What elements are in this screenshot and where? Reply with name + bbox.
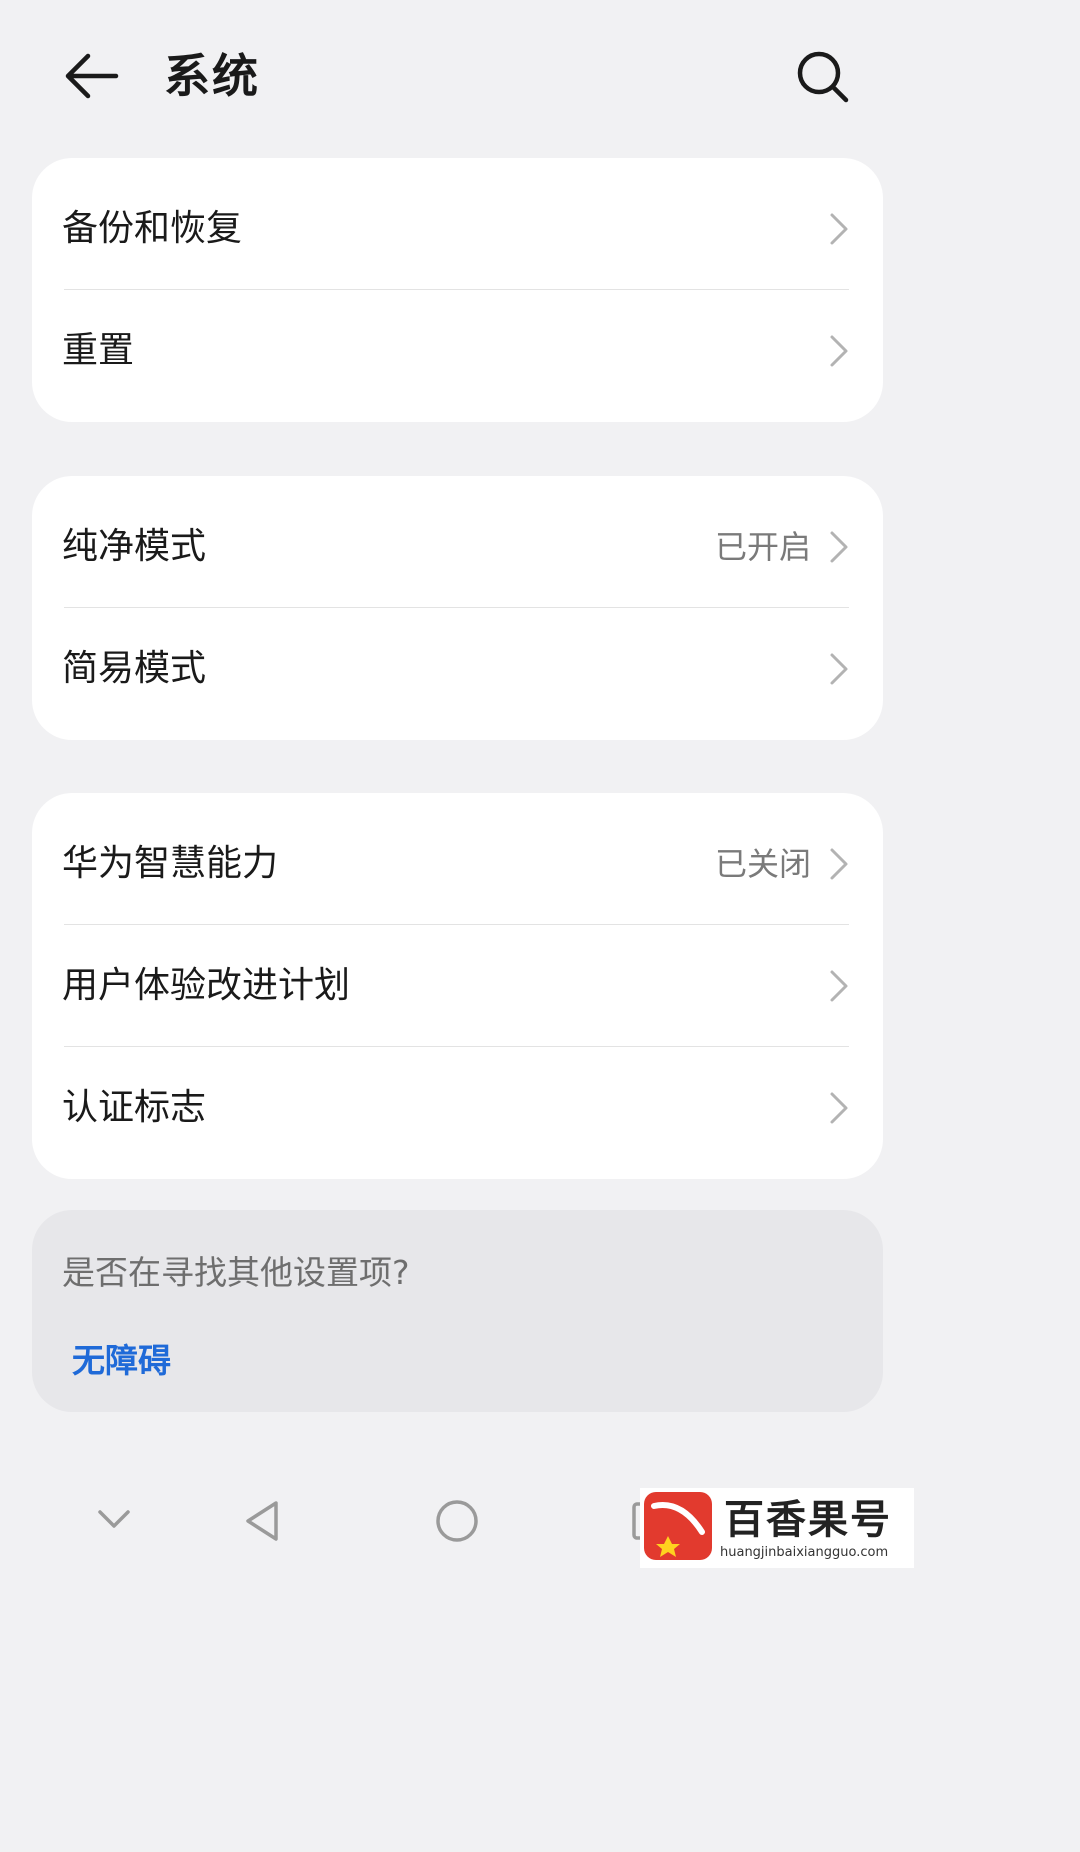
status-value: 已开启 xyxy=(714,528,811,566)
chevron-right-icon xyxy=(830,970,848,1002)
row-label: 认证标志 xyxy=(62,1087,207,1128)
watermark: 百香果号 huangjinbaixiangguo.com xyxy=(640,1488,914,1568)
row-label: 纯净模式 xyxy=(62,526,207,567)
back-triangle-icon[interactable] xyxy=(240,1498,284,1544)
row-label: 简易模式 xyxy=(62,648,207,689)
row-certification-logos[interactable]: 认证标志 xyxy=(32,1047,883,1169)
row-pure-mode[interactable]: 纯净模式 已开启 xyxy=(32,486,883,608)
accessibility-link[interactable]: 无障碍 xyxy=(72,1336,171,1386)
suggestion-card: 是否在寻找其他设置项? 无障碍 xyxy=(32,1210,883,1412)
search-button[interactable] xyxy=(792,46,854,108)
search-icon xyxy=(797,51,849,103)
watermark-name: 百香果号 xyxy=(724,1497,892,1543)
chevron-down-icon[interactable] xyxy=(94,1504,134,1534)
chevron-right-icon xyxy=(830,335,848,367)
row-label: 备份和恢复 xyxy=(62,208,243,249)
chevron-right-icon xyxy=(830,1092,848,1124)
row-huawei-intelligence[interactable]: 华为智慧能力 已关闭 xyxy=(32,803,883,925)
settings-group-modes: 纯净模式 已开启 简易模式 xyxy=(32,476,883,740)
chevron-right-icon xyxy=(830,213,848,245)
row-reset[interactable]: 重置 xyxy=(32,290,883,412)
watermark-url: huangjinbaixiangguo.com xyxy=(720,1545,889,1560)
chevron-right-icon xyxy=(830,531,848,563)
row-simple-mode[interactable]: 简易模式 xyxy=(32,608,883,730)
settings-group-backup: 备份和恢复 重置 xyxy=(32,158,883,422)
row-user-experience-program[interactable]: 用户体验改进计划 xyxy=(32,925,883,1047)
row-label: 华为智慧能力 xyxy=(62,843,279,884)
suggestion-text: 是否在寻找其他设置项? xyxy=(62,1253,410,1292)
home-circle-icon[interactable] xyxy=(434,1498,480,1544)
row-label: 用户体验改进计划 xyxy=(62,965,351,1006)
row-label: 重置 xyxy=(62,330,135,371)
page-title: 系统 xyxy=(164,49,260,103)
chevron-right-icon xyxy=(830,653,848,685)
title-bar: 系统 xyxy=(0,0,914,150)
row-backup-restore[interactable]: 备份和恢复 xyxy=(32,168,883,290)
status-value: 已关闭 xyxy=(714,845,811,883)
back-button[interactable] xyxy=(60,48,122,104)
settings-group-huawei: 华为智慧能力 已关闭 用户体验改进计划 认证标志 xyxy=(32,793,883,1179)
chevron-right-icon xyxy=(830,848,848,880)
passion-fruit-logo-icon xyxy=(644,1492,712,1560)
arrow-left-icon xyxy=(65,53,119,99)
